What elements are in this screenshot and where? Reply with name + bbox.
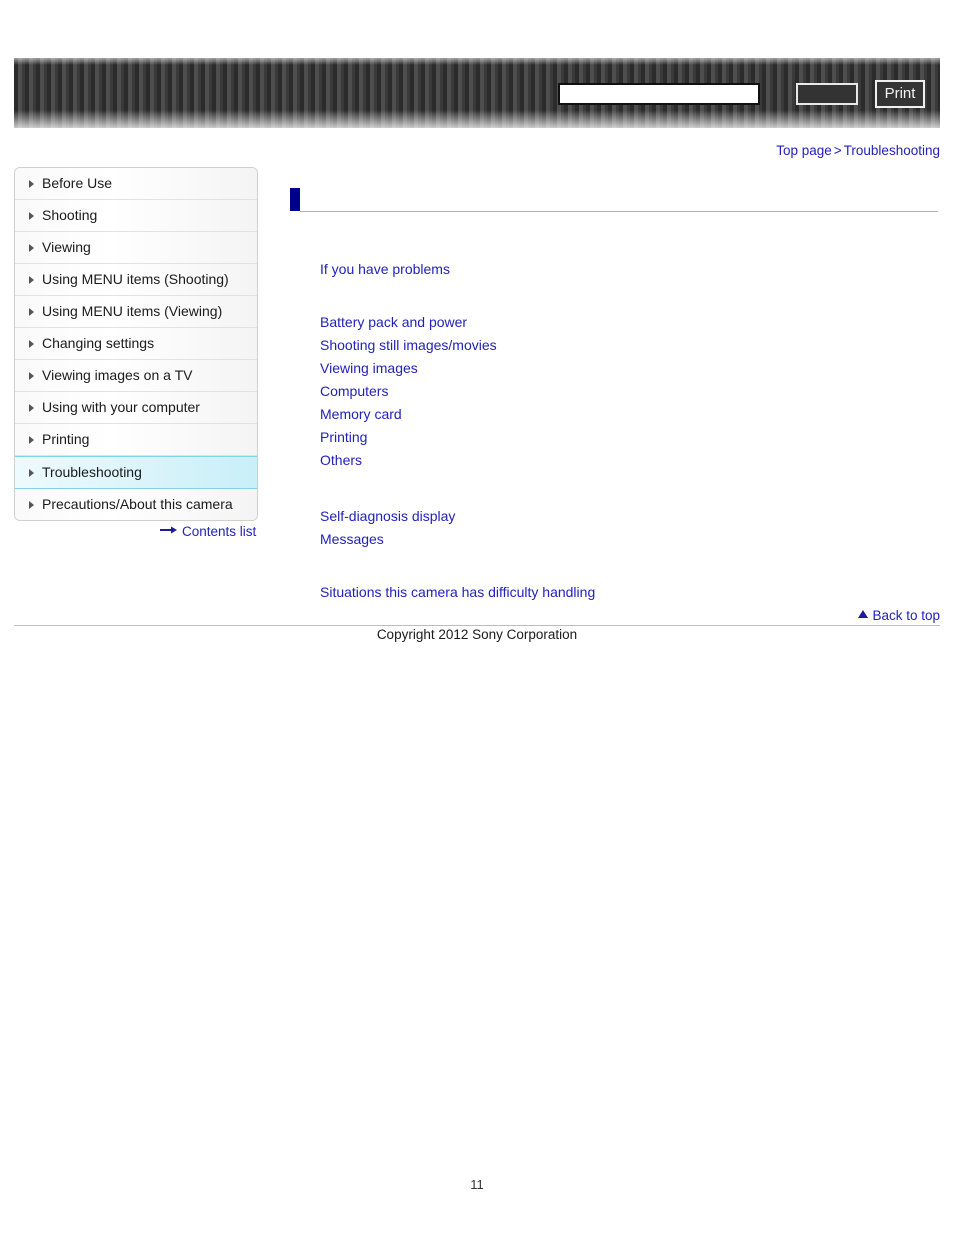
sidebar-item-precautions-about-this-camera[interactable]: Precautions/About this camera — [15, 489, 257, 520]
sidebar-item-label: Using with your computer — [42, 399, 200, 415]
list-item[interactable]: Battery pack and power — [320, 311, 940, 334]
bullet-triangle-icon — [29, 180, 34, 188]
sidebar-item-shooting[interactable]: Shooting — [15, 200, 257, 232]
link-others[interactable]: Others — [320, 452, 362, 468]
sidebar-item-viewing-images-on-a-tv[interactable]: Viewing images on a TV — [15, 360, 257, 392]
bullet-triangle-icon — [29, 244, 34, 252]
list-item[interactable]: Situations this camera has difficulty ha… — [320, 581, 940, 604]
back-to-top-label: Back to top — [872, 607, 940, 623]
list-item[interactable]: Others — [320, 449, 940, 472]
link-memory-card[interactable]: Memory card — [320, 406, 402, 422]
sidebar-item-label: Changing settings — [42, 335, 155, 351]
bullet-triangle-icon — [29, 372, 34, 380]
sidebar-item-printing[interactable]: Printing — [15, 424, 257, 456]
list-item[interactable]: If you have problems — [320, 258, 940, 281]
back-to-top-link[interactable]: Back to top — [858, 607, 940, 623]
breadcrumb-current[interactable]: Troubleshooting — [844, 143, 940, 158]
bullet-triangle-icon — [29, 501, 34, 509]
sidebar-navigation: Before Use Shooting Viewing Using MENU i… — [14, 167, 258, 521]
bullet-triangle-icon — [29, 340, 34, 348]
footer-divider — [14, 625, 940, 626]
list-item[interactable]: Messages — [320, 528, 940, 551]
triangle-up-icon — [858, 610, 869, 619]
page-number: 11 — [470, 1177, 484, 1192]
list-item[interactable]: Memory card — [320, 403, 940, 426]
bullet-triangle-icon — [29, 308, 34, 316]
header-banner: Print — [14, 58, 940, 128]
sidebar-item-troubleshooting[interactable]: Troubleshooting — [15, 456, 257, 489]
sidebar-item-label: Shooting — [42, 207, 98, 223]
sidebar-item-label: Viewing images on a TV — [42, 367, 193, 383]
link-battery-pack-and-power[interactable]: Battery pack and power — [320, 314, 467, 330]
sidebar-item-using-menu-items-viewing[interactable]: Using MENU items (Viewing) — [15, 296, 257, 328]
copyright-text: Copyright 2012 Sony Corporation — [376, 627, 578, 642]
link-situations-this-camera-has-difficulty-handling[interactable]: Situations this camera has difficulty ha… — [320, 584, 595, 600]
search-button[interactable] — [796, 83, 858, 105]
page-title-block — [290, 188, 938, 214]
page-title-accent-bar — [290, 188, 300, 211]
search-input[interactable] — [558, 83, 760, 105]
link-viewing-images[interactable]: Viewing images — [320, 360, 418, 376]
bullet-triangle-icon — [29, 276, 34, 284]
bullet-triangle-icon — [29, 436, 34, 444]
breadcrumb-top-page[interactable]: Top page — [776, 143, 832, 158]
bullet-triangle-icon — [29, 404, 34, 412]
breadcrumb: Top page > Troubleshooting — [776, 143, 940, 158]
sidebar-item-changing-settings[interactable]: Changing settings — [15, 328, 257, 360]
sidebar-item-using-with-your-computer[interactable]: Using with your computer — [15, 392, 257, 424]
sidebar-item-label: Precautions/About this camera — [42, 496, 233, 512]
link-self-diagnosis-display[interactable]: Self-diagnosis display — [320, 508, 455, 524]
sidebar-item-label: Printing — [42, 431, 90, 447]
print-button[interactable]: Print — [875, 80, 925, 108]
list-item[interactable]: Viewing images — [320, 357, 940, 380]
sidebar-item-label: Using MENU items (Viewing) — [42, 303, 223, 319]
bullet-triangle-icon — [29, 469, 34, 477]
sidebar-item-label: Troubleshooting — [42, 464, 142, 480]
breadcrumb-separator: > — [833, 143, 842, 158]
sidebar-item-label: Using MENU items (Shooting) — [42, 271, 229, 287]
bullet-triangle-icon — [29, 212, 34, 220]
sidebar-item-viewing[interactable]: Viewing — [15, 232, 257, 264]
link-messages[interactable]: Messages — [320, 531, 384, 547]
link-if-you-have-problems[interactable]: If you have problems — [320, 261, 450, 277]
page-title-rule — [300, 211, 938, 212]
list-item[interactable]: Computers — [320, 380, 940, 403]
link-shooting-still-images-movies[interactable]: Shooting still images/movies — [320, 337, 497, 353]
header-controls: Print — [14, 58, 940, 128]
sidebar-item-using-menu-items-shooting[interactable]: Using MENU items (Shooting) — [15, 264, 257, 296]
contents-list-label: Contents list — [182, 523, 257, 539]
content-link-list: If you have problems Battery pack and po… — [320, 258, 940, 604]
contents-list-link[interactable]: Contents list — [160, 523, 256, 539]
sidebar-item-before-use[interactable]: Before Use — [15, 168, 257, 200]
list-item[interactable]: Printing — [320, 426, 940, 449]
list-item[interactable]: Self-diagnosis display — [320, 505, 940, 528]
sidebar-item-label: Before Use — [42, 175, 113, 191]
link-printing[interactable]: Printing — [320, 429, 367, 445]
link-computers[interactable]: Computers — [320, 383, 388, 399]
right-arrow-icon — [160, 523, 178, 538]
list-item[interactable]: Shooting still images/movies — [320, 334, 940, 357]
sidebar-item-label: Viewing — [42, 239, 91, 255]
